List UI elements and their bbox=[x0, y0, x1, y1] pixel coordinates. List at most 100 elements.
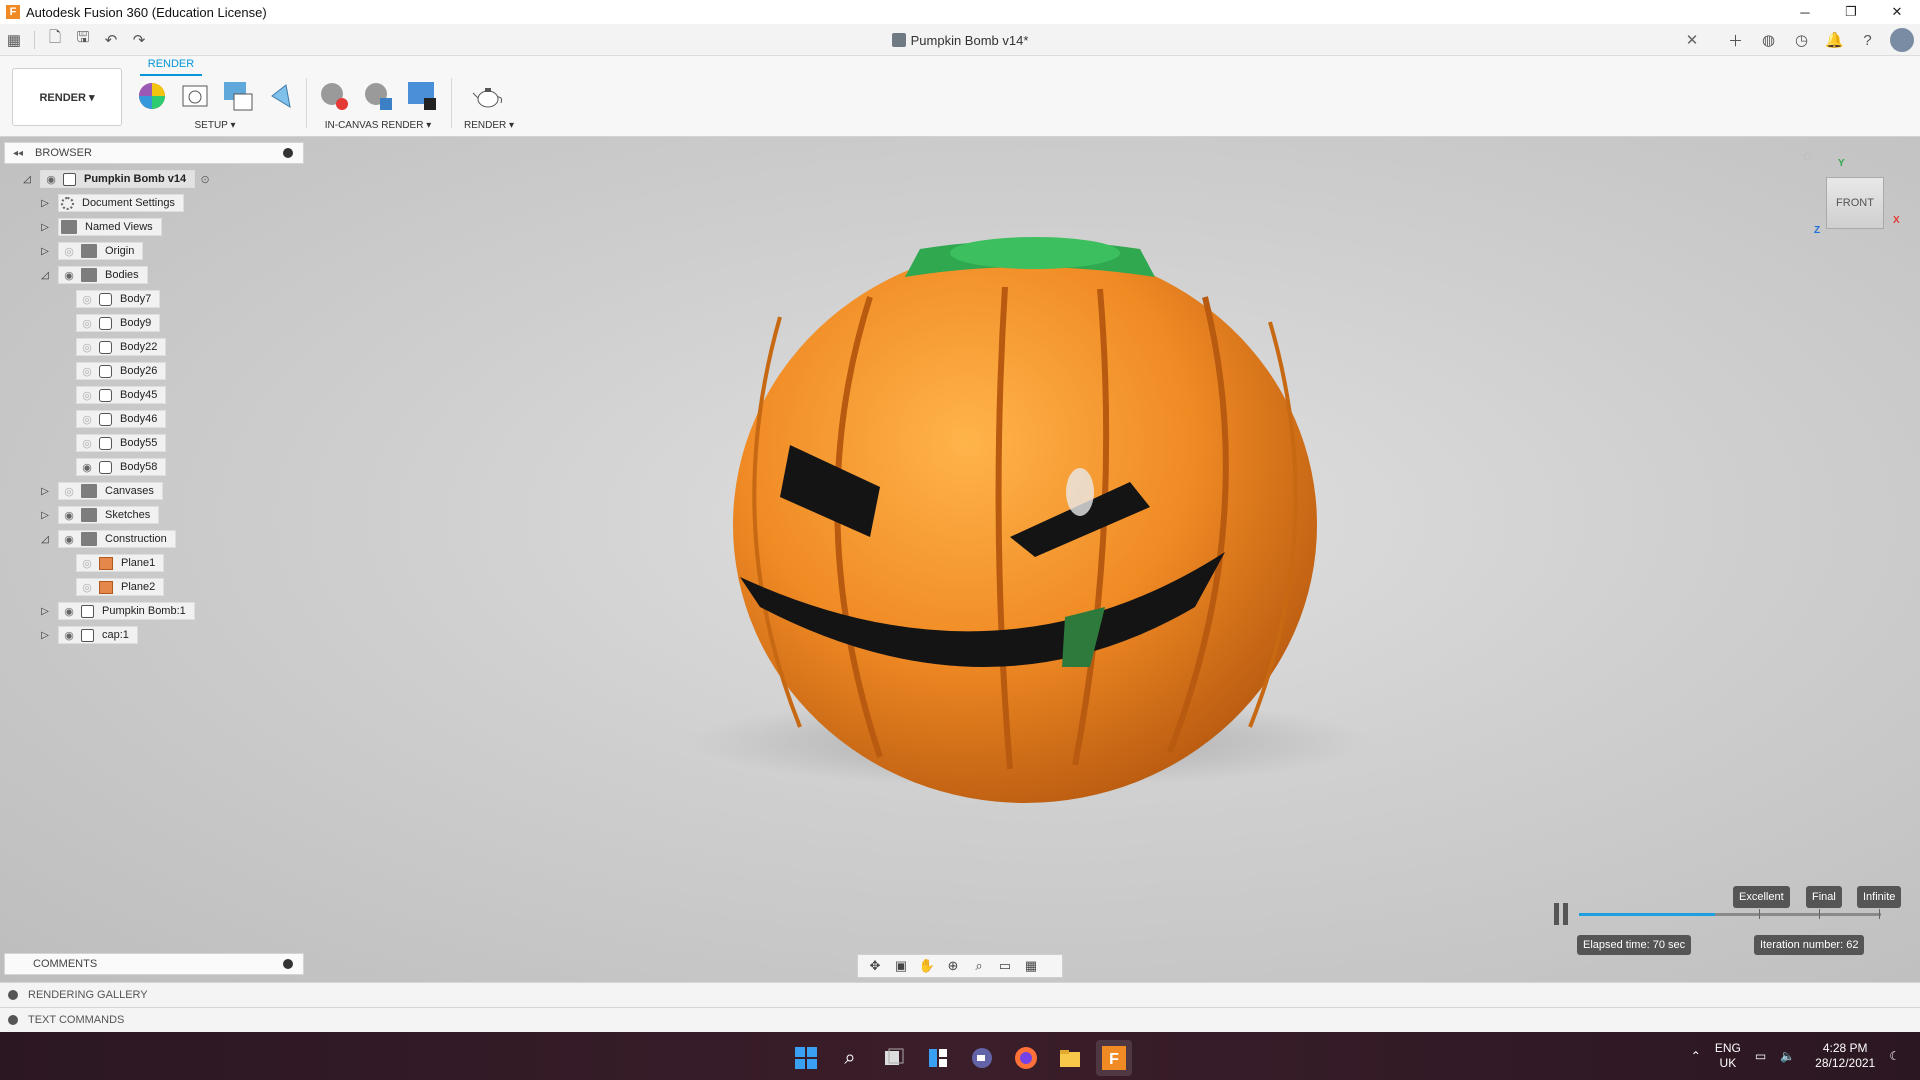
tree-node[interactable]: ◉ Sketches bbox=[58, 506, 160, 524]
tree-row-body[interactable]: ◎ Body9 bbox=[76, 313, 161, 333]
task-view-icon[interactable] bbox=[876, 1040, 912, 1076]
tree-row-body[interactable]: ◎ Body7 bbox=[76, 289, 161, 309]
visibility-hidden-icon[interactable]: ◎ bbox=[59, 483, 79, 499]
in-canvas-render-icon[interactable] bbox=[318, 80, 350, 112]
tree-row-body[interactable]: ◎ Body22 bbox=[76, 337, 167, 357]
visibility-hidden-icon[interactable]: ◎ bbox=[77, 363, 97, 379]
tree-row-body[interactable]: ◎ Body55 bbox=[76, 433, 167, 453]
tree-row-body[interactable]: ◎ Body26 bbox=[76, 361, 167, 381]
expand-icon[interactable] bbox=[8, 1015, 18, 1025]
job-status-icon[interactable]: ◷ bbox=[1785, 27, 1818, 53]
tree-node[interactable]: ◎ Body46 bbox=[76, 410, 167, 428]
start-icon[interactable] bbox=[788, 1040, 824, 1076]
home-view-icon[interactable]: ⌂ bbox=[1803, 147, 1811, 163]
tree-node[interactable]: ◎ Body26 bbox=[76, 362, 167, 380]
comments-header[interactable]: COMMENTS bbox=[4, 953, 304, 975]
fusion-taskbar-icon[interactable]: F bbox=[1096, 1040, 1132, 1076]
focus-assist-icon[interactable]: ☾ bbox=[1889, 1049, 1900, 1064]
tree-node[interactable]: Document Settings bbox=[58, 194, 184, 212]
extensions-icon[interactable]: ◍ bbox=[1752, 27, 1785, 53]
view-cube-face[interactable]: FRONT bbox=[1836, 197, 1874, 209]
maximize-button[interactable]: ❐ bbox=[1828, 0, 1874, 24]
firefox-icon[interactable] bbox=[1008, 1040, 1044, 1076]
tree-row-plane[interactable]: ◎ Plane1 bbox=[76, 553, 165, 573]
tree-node[interactable]: ◎ Plane1 bbox=[76, 554, 165, 572]
tree-node[interactable]: ◎ Body7 bbox=[76, 290, 161, 308]
tree-node[interactable]: ◉ Pumpkin Bomb v14 bbox=[40, 170, 196, 188]
grid-settings-icon[interactable]: ▦ bbox=[1018, 956, 1044, 976]
tree-row-component[interactable]: ▷ ◉ cap:1 bbox=[38, 625, 138, 645]
undo-icon[interactable]: ↶ bbox=[97, 27, 125, 53]
quality-excellent-button[interactable]: Excellent bbox=[1733, 886, 1790, 908]
visibility-icon[interactable]: ◉ bbox=[41, 171, 61, 187]
collapse-panel-icon[interactable]: ◂◂ bbox=[13, 148, 23, 159]
tree-node[interactable]: ◉ Construction bbox=[58, 530, 176, 548]
volume-icon[interactable]: 🔈 bbox=[1780, 1049, 1795, 1064]
collapse-arrow-icon[interactable]: ◿ bbox=[38, 268, 52, 282]
visibility-hidden-icon[interactable]: ◎ bbox=[77, 579, 97, 595]
visibility-hidden-icon[interactable]: ◎ bbox=[77, 387, 97, 403]
activate-radio-icon[interactable]: ⊙ bbox=[195, 171, 215, 187]
visibility-hidden-icon[interactable]: ◎ bbox=[77, 411, 97, 427]
appearance-icon[interactable] bbox=[136, 80, 168, 112]
render-settings-icon[interactable] bbox=[362, 80, 394, 112]
tree-node[interactable]: ◎ Body45 bbox=[76, 386, 167, 404]
look-at-icon[interactable]: ▣ bbox=[888, 956, 914, 976]
tree-root-row[interactable]: ◿ ◉ Pumpkin Bomb v14 ⊙ bbox=[20, 169, 215, 189]
pan-icon[interactable]: ✋ bbox=[914, 956, 940, 976]
display-settings-icon[interactable]: ▭ bbox=[992, 956, 1018, 976]
expand-arrow-icon[interactable]: ▷ bbox=[38, 484, 52, 498]
network-icon[interactable]: ▭ bbox=[1755, 1049, 1766, 1064]
tree-node[interactable]: ◎ Body9 bbox=[76, 314, 161, 332]
clock[interactable]: 4:28 PM 28/12/2021 bbox=[1815, 1041, 1875, 1071]
zoom-icon[interactable]: ⊕ bbox=[940, 956, 966, 976]
visibility-icon[interactable]: ◉ bbox=[59, 627, 79, 643]
tree-row-component[interactable]: ▷ ◉ Pumpkin Bomb:1 bbox=[38, 601, 195, 621]
close-window-button[interactable]: ✕ bbox=[1874, 0, 1920, 24]
tree-node[interactable]: ◎ Plane2 bbox=[76, 578, 165, 596]
tree-row-body[interactable]: ◎ Body46 bbox=[76, 409, 167, 429]
search-icon[interactable]: ⌕ bbox=[832, 1040, 868, 1076]
visibility-hidden-icon[interactable]: ◎ bbox=[77, 291, 97, 307]
tree-node[interactable]: Named Views bbox=[58, 218, 162, 236]
file-menu-icon[interactable]: 🗋 bbox=[41, 27, 69, 53]
tree-row-origin[interactable]: ▷ ◎ Origin bbox=[38, 241, 144, 261]
close-document-button[interactable]: ✕ bbox=[1680, 24, 1704, 56]
tree-row-body[interactable]: ◎ Body45 bbox=[76, 385, 167, 405]
visibility-icon[interactable]: ◉ bbox=[59, 531, 79, 547]
visibility-hidden-icon[interactable]: ◎ bbox=[77, 435, 97, 451]
tree-node[interactable]: ◉ cap:1 bbox=[58, 626, 138, 644]
tree-row-canvases[interactable]: ▷ ◎ Canvases bbox=[38, 481, 163, 501]
expand-arrow-icon[interactable]: ▷ bbox=[38, 628, 52, 642]
avatar[interactable] bbox=[1890, 28, 1914, 52]
tree-node[interactable]: ◎ Body22 bbox=[76, 338, 167, 356]
visibility-hidden-icon[interactable]: ◎ bbox=[77, 555, 97, 571]
chat-icon[interactable] bbox=[964, 1040, 1000, 1076]
tree-row-plane[interactable]: ◎ Plane2 bbox=[76, 577, 165, 597]
add-comment-icon[interactable] bbox=[283, 959, 293, 969]
pause-render-icon[interactable] bbox=[1554, 903, 1572, 925]
widgets-icon[interactable] bbox=[920, 1040, 956, 1076]
render-group-label[interactable]: RENDER ▾ bbox=[460, 120, 518, 131]
tree-node[interactable]: ◎ Origin bbox=[58, 242, 144, 260]
expand-icon[interactable] bbox=[8, 990, 18, 1000]
minimize-button[interactable]: ─ bbox=[1782, 0, 1828, 24]
quality-final-button[interactable]: Final bbox=[1806, 886, 1842, 908]
collapse-arrow-icon[interactable]: ◿ bbox=[20, 172, 34, 186]
redo-icon[interactable]: ↷ bbox=[125, 27, 153, 53]
help-icon[interactable]: ? bbox=[1851, 27, 1884, 53]
quality-infinite-button[interactable]: Infinite bbox=[1857, 886, 1902, 908]
workspace-switcher-button[interactable]: RENDER ▾ bbox=[12, 68, 122, 126]
tree-row-sketches[interactable]: ▷ ◉ Sketches bbox=[38, 505, 160, 525]
tree-row-document-settings[interactable]: ▷ Document Settings bbox=[38, 193, 184, 213]
document-tab[interactable]: Pumpkin Bomb v14* bbox=[200, 24, 1720, 56]
render-progress-bar[interactable] bbox=[1579, 909, 1881, 919]
visibility-icon[interactable]: ◉ bbox=[77, 459, 97, 475]
visibility-icon[interactable]: ◉ bbox=[59, 603, 79, 619]
visibility-hidden-icon[interactable]: ◎ bbox=[59, 243, 79, 259]
save-icon[interactable]: 🖫 bbox=[69, 27, 97, 53]
visibility-hidden-icon[interactable]: ◎ bbox=[77, 339, 97, 355]
tree-node[interactable]: ◎ Body55 bbox=[76, 434, 167, 452]
text-commands-bar[interactable]: TEXT COMMANDS bbox=[0, 1007, 1920, 1032]
expand-arrow-icon[interactable]: ▷ bbox=[38, 508, 52, 522]
